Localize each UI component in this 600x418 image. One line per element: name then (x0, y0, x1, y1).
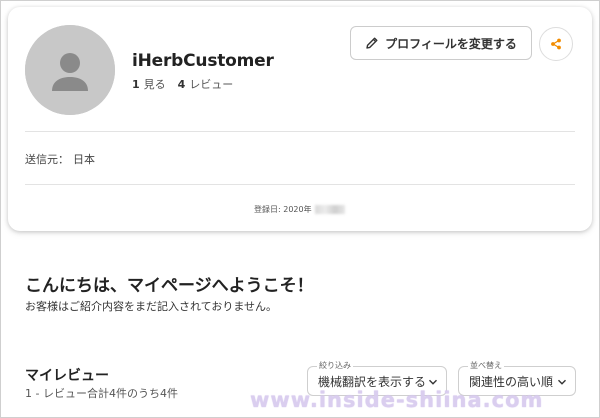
sort-value: 関連性の高い順 (469, 374, 554, 389)
share-button[interactable] (539, 27, 573, 61)
registration-date: 登録日: 2020年 (254, 204, 345, 215)
user-name: iHerbCustomer (132, 51, 274, 71)
edit-profile-label: プロフィールを変更する (385, 36, 517, 51)
registration-label: 登録日: 2020年 (254, 205, 312, 214)
review-count-text: 1 - レビュー合計4件のうち4件 (25, 387, 178, 400)
pencil-icon (366, 37, 378, 49)
location-row: 送信元： 日本 (25, 151, 95, 167)
filter-value: 機械翻訳を表示する (318, 374, 427, 389)
redacted-date (314, 205, 345, 214)
chevron-down-icon (557, 379, 567, 385)
profile-card: iHerbCustomer 1 見る 4 レビュー プロフィールを変更する 送信… (8, 7, 592, 231)
sort-label: 並べ替え (468, 360, 504, 371)
location-label: 送信元： (25, 153, 69, 166)
filter-label: 絞り込み (317, 360, 353, 371)
reviews-label: レビュー (189, 78, 234, 91)
edit-profile-button[interactable]: プロフィールを変更する (350, 26, 532, 60)
views-label: 見る (143, 78, 166, 91)
my-reviews-heading: マイレビュー (25, 368, 109, 384)
watermark: www.inside-shiina.com (250, 388, 544, 412)
profile-stats: 1 見る 4 レビュー (132, 76, 233, 92)
avatar (25, 25, 115, 115)
chevron-down-icon (428, 379, 438, 385)
share-icon (551, 38, 561, 50)
divider (25, 131, 575, 132)
location-value: 日本 (73, 153, 95, 166)
divider (25, 184, 575, 185)
intro-text: お客様はご紹介内容をまだ記入されておりません。 (25, 300, 278, 313)
welcome-title: こんにちは、マイページへようこそ！ (25, 276, 314, 296)
reviews-count: 4 (177, 78, 186, 91)
person-placeholder-icon (25, 25, 115, 115)
views-count: 1 (132, 78, 140, 91)
